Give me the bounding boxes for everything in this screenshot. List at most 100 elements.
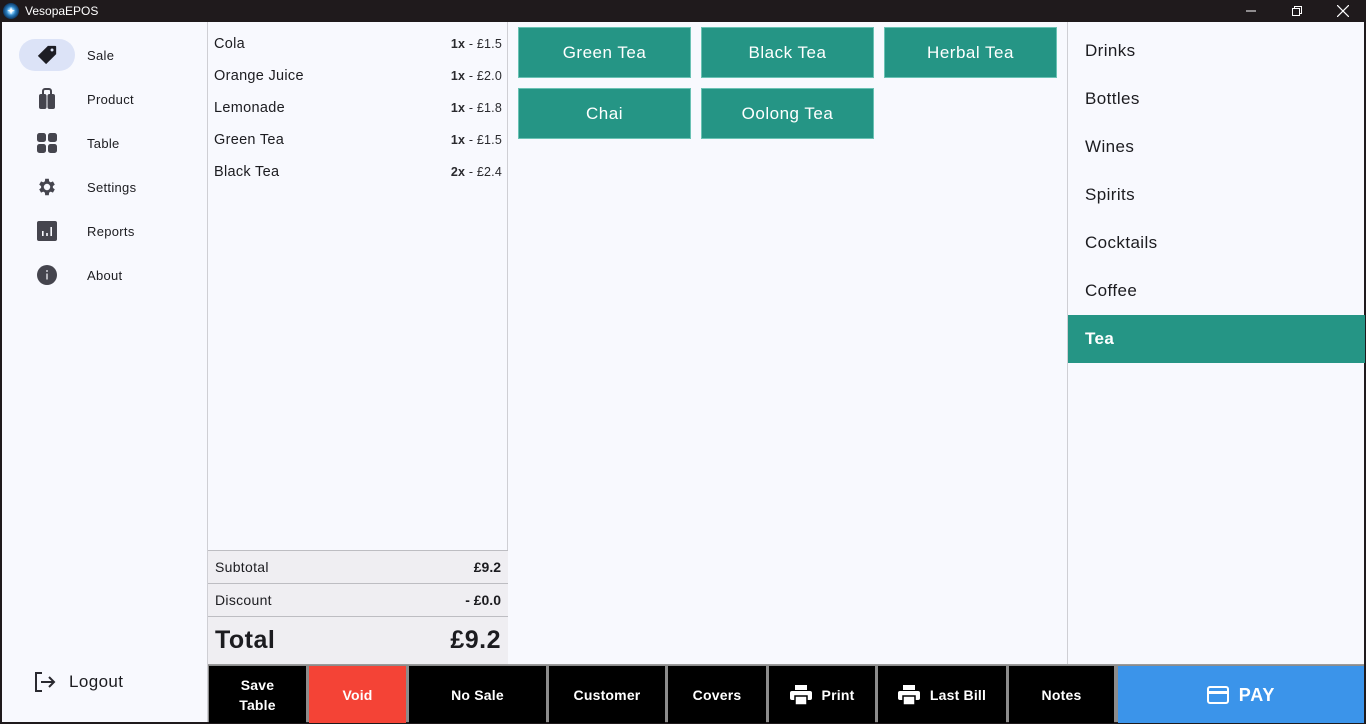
restore-icon — [1292, 6, 1302, 16]
nav-label: Table — [87, 135, 120, 151]
nav-item-sale[interactable]: Sale — [2, 37, 208, 73]
close-button[interactable] — [1320, 0, 1366, 22]
discount-value: - £0.0 — [465, 592, 501, 608]
order-line-item[interactable]: Cola 1x - £1.5 — [208, 28, 508, 60]
order-item-separator: - — [465, 37, 477, 51]
printer-icon — [897, 684, 920, 705]
app-logo-icon: ✦ — [3, 3, 19, 19]
order-item-name: Green Tea — [214, 132, 285, 148]
save-table-label-line2: Table — [239, 696, 276, 713]
customer-button[interactable]: Customer — [549, 666, 665, 723]
order-item-qty: 1x — [450, 37, 466, 51]
bar-chart-icon — [37, 221, 57, 241]
total-label: Total — [215, 626, 276, 654]
order-item-qty: 1x — [450, 69, 466, 83]
order-item-qty-price: 1x - £1.8 — [451, 101, 502, 115]
order-line-item[interactable]: Lemonade 1x - £1.8 — [208, 92, 508, 124]
category-item[interactable]: Bottles — [1068, 75, 1365, 123]
product-button[interactable]: Chai — [518, 88, 691, 139]
discount-label: Discount — [215, 592, 272, 608]
order-panel: Cola 1x - £1.5 Orange Juice 1x - £2.0 Lemona… — [208, 22, 508, 664]
order-item-qty-price: 2x - £2.4 — [451, 165, 502, 179]
grid-icon — [37, 133, 57, 153]
total-row: Total £9.2 — [208, 616, 508, 664]
minimize-button[interactable] — [1228, 0, 1274, 22]
order-item-qty-price: 1x - £1.5 — [451, 37, 502, 51]
order-item-separator: - — [465, 101, 477, 115]
credit-card-icon — [1206, 685, 1229, 704]
order-item-name: Lemonade — [214, 100, 285, 116]
covers-button[interactable]: Covers — [668, 666, 766, 723]
void-label: Void — [342, 686, 373, 703]
order-item-price: £1.8 — [476, 101, 502, 115]
save-table-button[interactable]: Save Table — [209, 666, 306, 723]
window-titlebar: ✦ VesopaEPOS — [0, 0, 1366, 22]
subtotal-label: Subtotal — [215, 559, 269, 575]
last-bill-button[interactable]: Last Bill — [878, 666, 1006, 723]
total-value: £9.2 — [450, 626, 501, 654]
order-line-item[interactable]: Black Tea 2x - £2.4 — [208, 156, 508, 188]
category-item[interactable]: Spirits — [1068, 171, 1365, 219]
no-sale-button[interactable]: No Sale — [409, 666, 546, 723]
category-item[interactable]: Tea — [1068, 315, 1365, 363]
logout-label: Logout — [69, 672, 124, 691]
product-button[interactable]: Herbal Tea — [884, 27, 1057, 78]
order-item-name: Orange Juice — [214, 68, 304, 84]
order-item-name: Cola — [214, 36, 246, 52]
logout-icon — [35, 672, 56, 692]
nav-item-settings[interactable]: Settings — [2, 169, 208, 205]
side-navigation: Sale Product Table Settings Reports Abou… — [2, 22, 208, 722]
order-item-qty-price: 1x - £1.5 — [451, 133, 502, 147]
order-item-separator: - — [465, 165, 477, 179]
subtotal-value: £9.2 — [473, 559, 501, 575]
printer-icon — [789, 684, 812, 705]
notes-label: Notes — [1041, 686, 1082, 703]
minimize-icon — [1246, 10, 1256, 12]
order-item-name: Black Tea — [214, 164, 280, 180]
logout-button[interactable]: Logout — [2, 662, 208, 702]
nav-item-table[interactable]: Table — [2, 125, 208, 161]
order-item-separator: - — [465, 69, 477, 83]
category-item[interactable]: Drinks — [1068, 27, 1365, 75]
maximize-button[interactable] — [1274, 0, 1320, 22]
pay-button[interactable]: PAY — [1118, 666, 1364, 723]
window-controls — [1228, 0, 1366, 22]
nav-item-product[interactable]: Product — [2, 81, 208, 117]
print-label: Print — [821, 686, 855, 703]
nav-label: Reports — [87, 223, 135, 239]
gear-icon — [39, 178, 55, 196]
last-bill-label: Last Bill — [929, 686, 987, 703]
print-button[interactable]: Print — [769, 666, 875, 723]
info-icon — [37, 265, 57, 285]
product-button[interactable]: Green Tea — [518, 27, 691, 78]
order-item-price: £2.0 — [476, 69, 502, 83]
shopping-bag-icon — [39, 88, 55, 109]
category-item[interactable]: Cocktails — [1068, 219, 1365, 267]
order-item-price: £1.5 — [476, 133, 502, 147]
product-button[interactable]: Black Tea — [701, 27, 874, 78]
window-title: VesopaEPOS — [25, 4, 99, 18]
no-sale-label: No Sale — [451, 686, 504, 703]
save-table-label-line1: Save — [240, 676, 275, 693]
order-item-qty-price: 1x - £2.0 — [451, 69, 502, 83]
nav-label: Settings — [87, 179, 137, 195]
product-button[interactable]: Oolong Tea — [701, 88, 874, 139]
close-icon — [1337, 5, 1349, 17]
product-grid: Green Tea Black Tea Herbal Tea Chai Oolong T… — [508, 22, 1068, 664]
order-line-item[interactable]: Green Tea 1x - £1.5 — [208, 124, 508, 156]
tag-icon — [37, 45, 57, 65]
category-item[interactable]: Wines — [1068, 123, 1365, 171]
order-item-separator: - — [465, 133, 477, 147]
category-item[interactable]: Coffee — [1068, 267, 1365, 315]
action-bar: Save Table Void No Sale Customer Covers P… — [208, 664, 1364, 723]
order-item-price: £2.4 — [476, 165, 502, 179]
nav-item-reports[interactable]: Reports — [2, 213, 208, 249]
void-button[interactable]: Void — [309, 666, 406, 723]
app-window: Sale Product Table Settings Reports Abou… — [2, 22, 1365, 723]
subtotal-row: Subtotal £9.2 — [208, 550, 508, 583]
pay-label: PAY — [1238, 684, 1276, 705]
order-line-item[interactable]: Orange Juice 1x - £2.0 — [208, 60, 508, 92]
order-totals: Subtotal £9.2 Discount - £0.0 Total £9.2 — [208, 550, 508, 664]
nav-item-about[interactable]: About — [2, 257, 208, 293]
notes-button[interactable]: Notes — [1009, 666, 1114, 723]
